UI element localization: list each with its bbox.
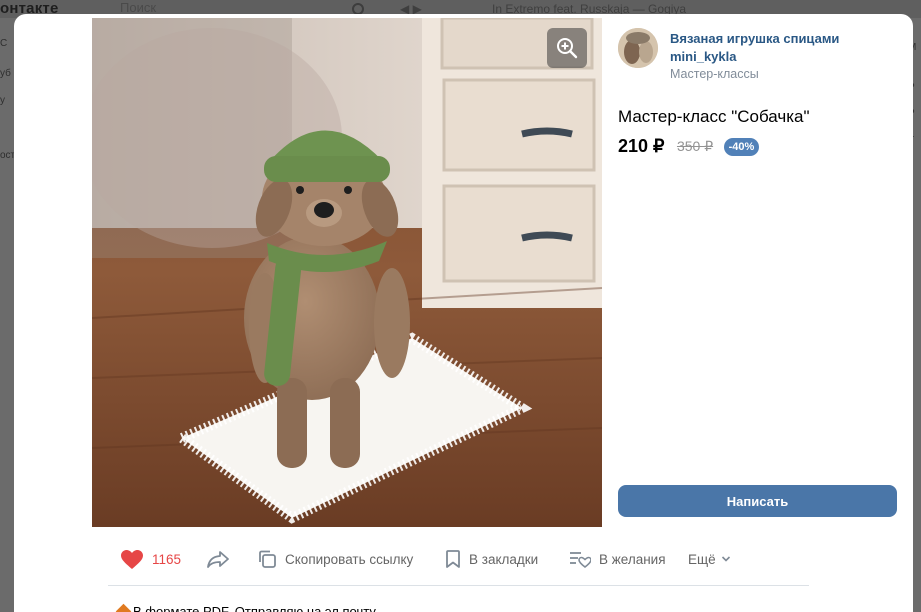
action-bar: 1165 Скопировать ссылку В закладки В жел… bbox=[14, 534, 913, 584]
background-left-fragment: у bbox=[0, 95, 5, 106]
discount-badge: -40% bbox=[723, 137, 760, 156]
action-divider bbox=[108, 585, 809, 586]
bookmark-button[interactable]: В закладки bbox=[445, 548, 538, 570]
like-button[interactable]: 1165 bbox=[120, 548, 181, 570]
copy-link-button[interactable]: Скопировать ссылку bbox=[257, 548, 413, 570]
product-modal: Вязаная игрушка спицами mini_kykla Масте… bbox=[14, 14, 913, 612]
more-button[interactable]: Ещё bbox=[688, 548, 731, 570]
wishlist-button[interactable]: В желания bbox=[569, 548, 666, 570]
zoom-button[interactable] bbox=[547, 28, 587, 68]
background-search-placeholder: Поиск bbox=[120, 0, 157, 15]
write-seller-button[interactable]: Написать bbox=[618, 485, 897, 517]
description-text: В формате PDF. Отправляю на эл.почту bbox=[133, 604, 376, 612]
background-left-fragment: С bbox=[0, 38, 8, 49]
product-title: Мастер-класс "Собачка" bbox=[618, 107, 810, 126]
product-description-start: В формате PDF. Отправляю на эл.почту bbox=[115, 603, 376, 612]
shop-avatar[interactable] bbox=[618, 28, 658, 68]
old-price: 350 ₽ bbox=[676, 138, 714, 154]
bookmark-label: В закладки bbox=[469, 551, 539, 567]
chevron-down-icon bbox=[721, 556, 730, 562]
wishlist-label: В желания bbox=[599, 551, 666, 567]
shop-category[interactable]: Мастер-классы bbox=[670, 67, 759, 81]
shop-avatar-image bbox=[618, 28, 658, 68]
shop-name-link[interactable]: Вязаная игрушка спицами mini_kykla bbox=[670, 30, 900, 66]
more-label: Ещё bbox=[688, 551, 716, 567]
product-photo-image bbox=[92, 18, 602, 527]
copy-link-label: Скопировать ссылку bbox=[285, 551, 414, 567]
current-price: 210 ₽ bbox=[618, 136, 665, 156]
background-left-fragment: уб bbox=[0, 68, 11, 79]
copy-icon bbox=[259, 550, 276, 568]
background-left-fragment: ост bbox=[0, 150, 16, 161]
share-button[interactable] bbox=[207, 548, 237, 570]
share-icon bbox=[207, 551, 229, 568]
heart-icon bbox=[121, 549, 143, 569]
product-info-panel: Вязаная игрушка спицами mini_kykla Масте… bbox=[618, 14, 908, 534]
product-photo[interactable] bbox=[92, 18, 602, 527]
like-count: 1165 bbox=[152, 551, 182, 567]
diamond-icon bbox=[115, 603, 132, 612]
bookmark-icon bbox=[446, 550, 460, 568]
price-row: 210 ₽ 350 ₽ -40% bbox=[618, 136, 760, 158]
wishlist-icon bbox=[570, 552, 591, 569]
zoom-in-icon bbox=[557, 38, 578, 59]
